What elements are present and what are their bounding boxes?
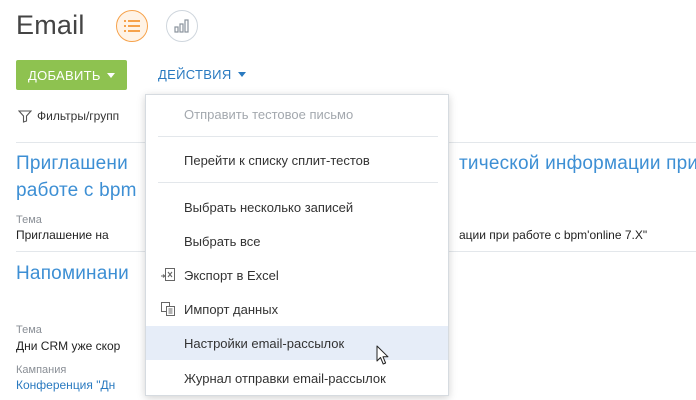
record-title[interactable]: Приглашени xyxy=(16,153,128,175)
record-title-line2[interactable]: работе с bpm xyxy=(16,180,137,202)
menu-item-import-data[interactable]: Импорт данных xyxy=(146,292,448,326)
subject-value-continued: ации при работе с bpm'online 7.X" xyxy=(459,228,648,242)
menu-item-select-all[interactable]: Выбрать все xyxy=(146,224,448,258)
subject-label: Тема xyxy=(16,324,42,336)
campaign-label: Кампания xyxy=(16,364,67,376)
page-title: Email xyxy=(16,10,85,40)
add-button[interactable]: ДОБАВИТЬ xyxy=(16,60,127,90)
menu-item-email-log[interactable]: Журнал отправки email-рассылок xyxy=(146,361,448,395)
add-button-label: ДОБАВИТЬ xyxy=(28,67,101,83)
menu-item-label: Выбрать все xyxy=(184,233,261,249)
list-icon xyxy=(124,20,140,32)
subject-label: Тема xyxy=(16,214,42,226)
chevron-down-icon xyxy=(237,72,246,77)
bar-chart-icon xyxy=(174,19,189,33)
menu-item-send-test-email[interactable]: Отправить тестовое письмо xyxy=(146,97,448,131)
filter-icon xyxy=(18,109,32,123)
menu-item-select-multiple[interactable]: Выбрать несколько записей xyxy=(146,190,448,224)
menu-item-label: Импорт данных xyxy=(184,301,279,317)
list-view-button[interactable] xyxy=(116,10,148,42)
menu-item-label: Журнал отправки email-рассылок xyxy=(184,370,386,386)
subject-value: Дни CRM уже скор xyxy=(16,339,121,353)
menu-item-export-excel[interactable]: Экспорт в Excel xyxy=(146,258,448,292)
menu-item-email-settings[interactable]: Настройки email-рассылок xyxy=(146,326,448,360)
menu-separator xyxy=(158,136,438,137)
menu-item-label: Выбрать несколько записей xyxy=(184,199,354,215)
menu-item-label: Отправить тестовое письмо xyxy=(184,106,354,122)
record-title[interactable]: Напоминани xyxy=(16,263,129,285)
actions-menu: Отправить тестовое письмо Перейти к спис… xyxy=(145,94,449,396)
menu-item-label: Перейти к списку сплит-тестов xyxy=(184,152,370,168)
mouse-pointer-icon xyxy=(376,345,389,365)
menu-separator xyxy=(158,182,438,183)
actions-button[interactable]: ДЕЙСТВИЯ xyxy=(158,67,246,82)
record-title-continued[interactable]: тической информации при xyxy=(459,153,696,175)
subject-value: Приглашение на xyxy=(16,228,109,242)
actions-button-label: ДЕЙСТВИЯ xyxy=(158,67,232,82)
menu-item-split-tests[interactable]: Перейти к списку сплит-тестов xyxy=(146,143,448,177)
filters-groups-button[interactable]: Фильтры/групп xyxy=(18,109,119,123)
menu-item-label: Экспорт в Excel xyxy=(184,267,279,283)
analytics-view-button[interactable] xyxy=(166,10,198,42)
data-import-icon xyxy=(161,302,175,316)
menu-item-label: Настройки email-рассылок xyxy=(184,335,345,351)
campaign-link[interactable]: Конференция "Дн xyxy=(16,378,115,392)
chevron-down-icon xyxy=(106,72,115,78)
filters-label: Фильтры/групп xyxy=(37,109,120,123)
excel-export-icon xyxy=(161,268,175,281)
